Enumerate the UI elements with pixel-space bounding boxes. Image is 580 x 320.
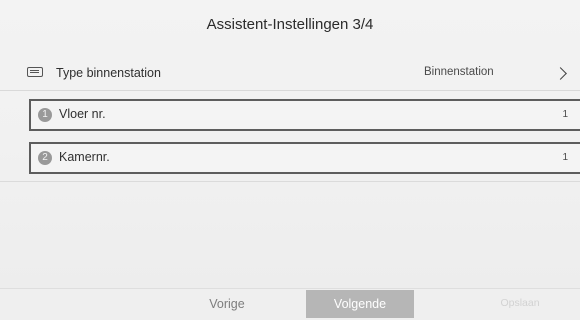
indoor-station-type-label: Type binnenstation bbox=[56, 66, 161, 80]
page-title: Assistent-Instellingen 3/4 bbox=[206, 16, 374, 33]
floor-number-field[interactable]: 1 Vloer nr. 1 bbox=[29, 99, 580, 131]
wizard-screen: Assistent-Instellingen 3/4 Type binnenst… bbox=[0, 0, 580, 320]
bottom-action-bar: Vorige Volgende Opslaan bbox=[0, 288, 580, 320]
number-two-icon: 2 bbox=[38, 151, 52, 165]
chevron-right-icon[interactable] bbox=[554, 67, 567, 80]
keyboard-icon bbox=[27, 67, 43, 77]
floor-number-label: Vloer nr. bbox=[59, 107, 106, 121]
number-one-icon: 1 bbox=[38, 108, 52, 122]
room-number-label: Kamernr. bbox=[59, 150, 110, 164]
indoor-station-type-row[interactable]: Type binnenstation Binnenstation bbox=[0, 58, 580, 91]
indoor-station-type-value: Binnenstation bbox=[424, 66, 494, 78]
room-number-field[interactable]: 2 Kamernr. 1 bbox=[29, 142, 580, 174]
previous-button[interactable]: Vorige bbox=[178, 297, 276, 311]
room-number-value[interactable]: 1 bbox=[562, 152, 568, 163]
next-button[interactable]: Volgende bbox=[306, 290, 414, 318]
save-button[interactable]: Opslaan bbox=[460, 297, 580, 309]
row-divider bbox=[0, 181, 580, 182]
floor-number-value[interactable]: 1 bbox=[562, 109, 568, 120]
